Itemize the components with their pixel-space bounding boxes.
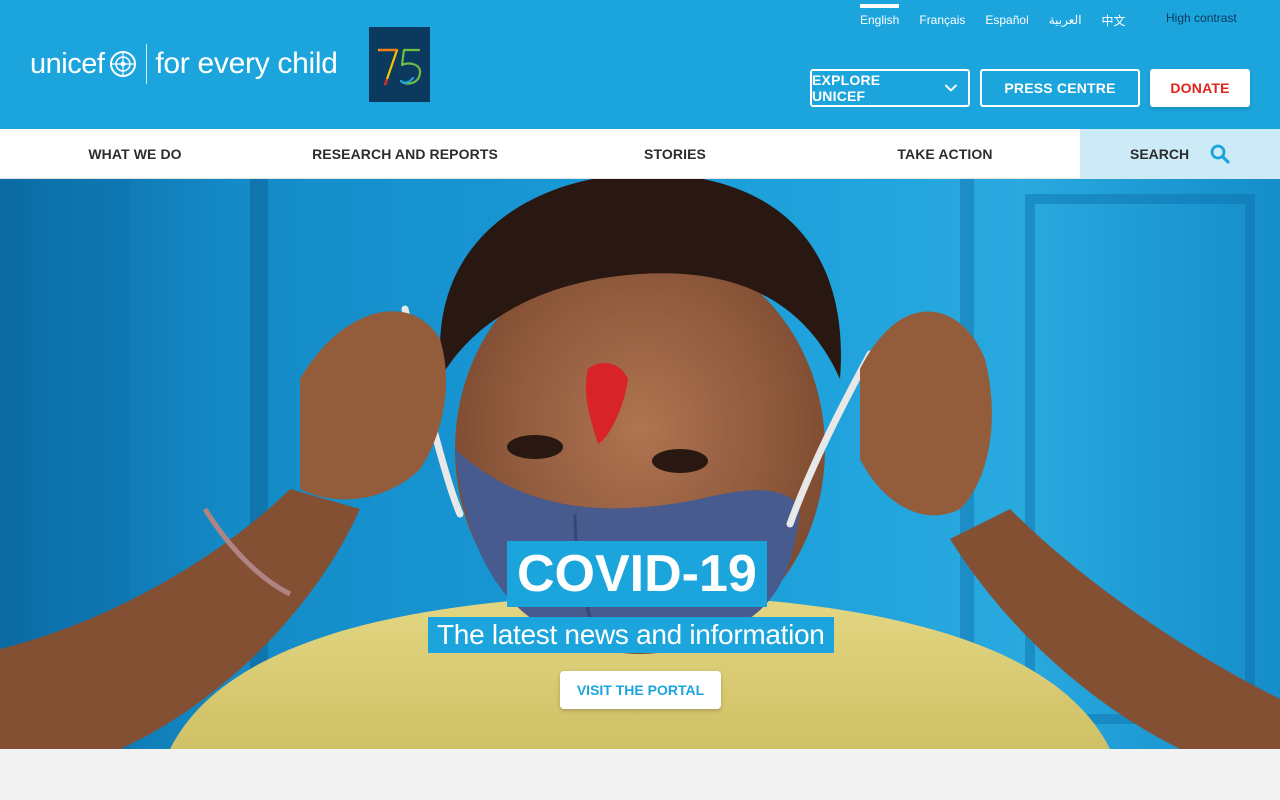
anniversary-75-badge: [369, 27, 430, 102]
lang-arabic[interactable]: العربية: [1049, 9, 1082, 27]
press-centre-button[interactable]: PRESS CENTRE: [980, 69, 1140, 107]
un-emblem-icon: [110, 51, 137, 77]
chevron-down-icon: [945, 84, 958, 92]
hero-subtitle: The latest news and information: [428, 617, 834, 653]
hero-title: COVID-19: [507, 541, 767, 607]
lang-english[interactable]: English: [860, 4, 900, 27]
explore-unicef-button[interactable]: EXPLORE UNICEF: [810, 69, 970, 107]
lang-francais[interactable]: Français: [919, 9, 965, 27]
logo-divider: [146, 44, 148, 84]
hero-banner: COVID-19 The latest news and information…: [0, 179, 1280, 749]
logo-tagline: for every child: [155, 47, 338, 80]
language-switcher: English Français Español العربية 中文: [860, 0, 1146, 36]
nav-what-we-do[interactable]: WHAT WE DO: [0, 129, 270, 179]
search-icon: [1210, 144, 1230, 164]
hero-photo-child-with-mask: [0, 179, 1280, 749]
explore-unicef-label: EXPLORE UNICEF: [812, 72, 881, 104]
unicef-logo-link[interactable]: unicef for every child: [30, 44, 338, 84]
lang-espanol[interactable]: Español: [985, 9, 1028, 27]
search-button[interactable]: SEARCH: [1080, 129, 1280, 179]
logo-wordmark: unicef: [30, 47, 105, 80]
nav-take-action[interactable]: TAKE ACTION: [810, 129, 1080, 179]
donate-button[interactable]: DONATE: [1150, 69, 1250, 107]
main-navigation: WHAT WE DO RESEARCH AND REPORTS STORIES …: [0, 129, 1280, 179]
search-label: SEARCH: [1130, 146, 1190, 162]
nav-research-and-reports[interactable]: RESEARCH AND REPORTS: [270, 129, 540, 179]
visit-portal-button[interactable]: VISIT THE PORTAL: [560, 671, 721, 709]
anniversary-75-graphic: [378, 48, 422, 86]
nav-stories[interactable]: STORIES: [540, 129, 810, 179]
high-contrast-toggle[interactable]: High contrast: [1166, 11, 1237, 25]
site-header: unicef for every child English Français …: [0, 0, 1280, 129]
lang-chinese[interactable]: 中文: [1102, 8, 1126, 29]
